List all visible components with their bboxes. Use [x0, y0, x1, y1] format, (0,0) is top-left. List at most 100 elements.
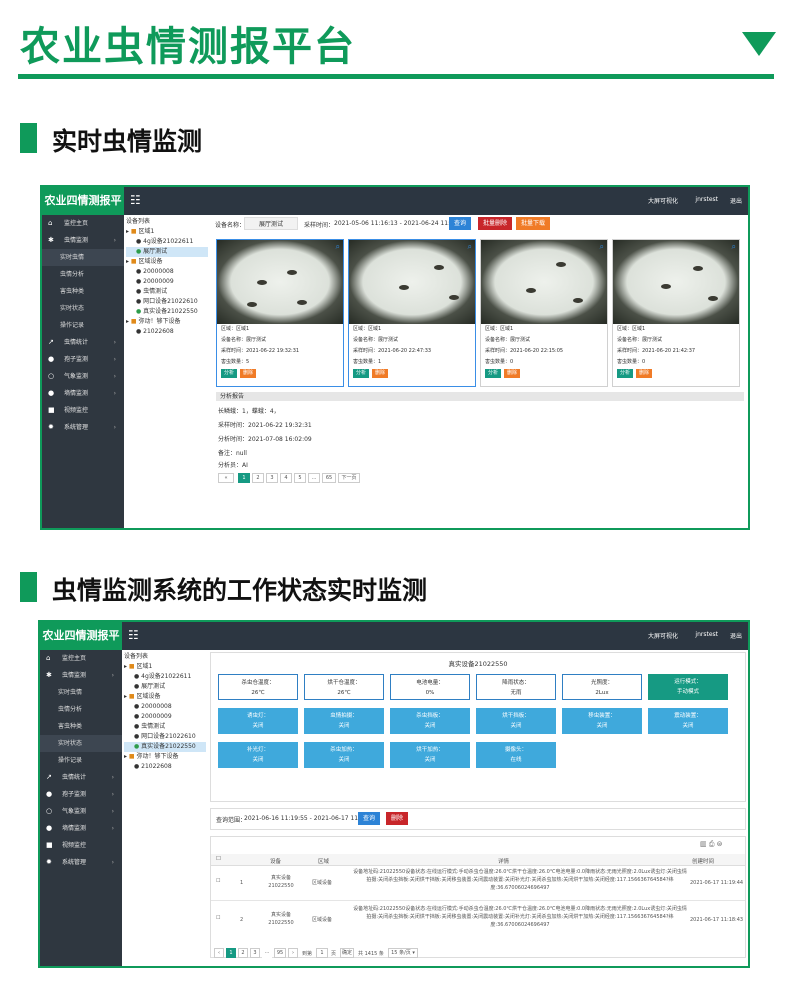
sidebar-item-home[interactable]: ⌂ 监控主页: [42, 215, 124, 232]
prev-page-button[interactable]: ‹: [214, 948, 224, 958]
tree-item[interactable]: ● 真实设备21022550: [126, 307, 208, 317]
dashboard-link[interactable]: 大屏可视化: [648, 196, 678, 205]
delete-button[interactable]: 删除: [504, 369, 521, 378]
tree-item[interactable]: ● 21022608: [124, 762, 206, 772]
tree-item[interactable]: ● 20000009: [124, 712, 206, 722]
tree-group-area1[interactable]: ▸ ■ 区域1: [124, 662, 206, 672]
page-button[interactable]: 65: [322, 473, 336, 483]
tree-item[interactable]: ● 展厅测试: [124, 682, 206, 692]
sidebar-item-spore[interactable]: ● 孢子监测 ›: [40, 786, 122, 803]
batch-delete-button[interactable]: 批量删除: [478, 217, 512, 230]
image-card[interactable]: ⌕ 区域：区域1 设备名称：展厅测试 采样时间：2021-06-22 19:32…: [216, 239, 344, 387]
tree-item-selected[interactable]: ● 真实设备21022550: [124, 742, 206, 752]
next-page-button[interactable]: ›: [288, 948, 298, 958]
sidebar-sub-analysis[interactable]: 虫情分析: [42, 266, 124, 283]
logout-link[interactable]: 退出: [730, 196, 742, 205]
sidebar-sub-species[interactable]: 害虫种类: [40, 718, 122, 735]
tree-group-area1[interactable]: ▸ ■ 区域1: [126, 227, 208, 237]
sidebar-item-spore[interactable]: ● 孢子监测 ›: [42, 351, 124, 368]
sidebar-item-home[interactable]: ⌂ 监控主页: [40, 650, 122, 667]
sidebar-item-soil[interactable]: ● 墒情监测 ›: [42, 385, 124, 402]
time-range-input[interactable]: 2021-05-06 11:16:13 - 2021-06-24 11:16:1…: [334, 220, 467, 227]
username-link[interactable]: jnrstest: [695, 196, 718, 203]
col-device[interactable]: 设备: [270, 857, 281, 865]
control-tile[interactable]: 杀虫加热： 关闭: [304, 742, 384, 768]
analyze-button[interactable]: 分析: [353, 369, 370, 378]
control-tile[interactable]: 烘干挡板： 关闭: [476, 708, 556, 734]
select-all-checkbox[interactable]: ☐: [216, 856, 221, 862]
delete-button[interactable]: 删除: [372, 369, 389, 378]
tree-item[interactable]: ● 20000009: [126, 277, 208, 287]
row-checkbox[interactable]: ☐: [216, 914, 220, 922]
table-tools-icons[interactable]: ▥ ⎙ ⊜: [700, 840, 723, 849]
pest-image[interactable]: ⌕: [481, 240, 607, 324]
sidebar-item-system[interactable]: ✹ 系统管理 ›: [42, 419, 124, 436]
sidebar-item-video[interactable]: ■ 视频监控: [40, 837, 122, 854]
tree-item[interactable]: ● 21022608: [126, 327, 208, 337]
next-page-button[interactable]: 下一页: [338, 473, 360, 483]
tree-group-area3[interactable]: ▸ ■ 弥动！够下设备: [124, 752, 206, 762]
image-card[interactable]: ⌕ 区域：区域1 设备名称：展厅测试 采样时间：2021-06-20 22:15…: [480, 239, 608, 387]
menu-toggle-icon[interactable]: ☷: [130, 193, 141, 207]
control-tile[interactable]: 摄像头： 在线: [476, 742, 556, 768]
sidebar-sub-status[interactable]: 实时状态: [40, 735, 122, 752]
collapse-triangle-icon[interactable]: [742, 32, 776, 56]
tree-item-selected[interactable]: ● 展厅测试: [126, 247, 208, 257]
goto-confirm-button[interactable]: 确定: [340, 948, 354, 958]
control-tile[interactable]: 虫情拍摄： 关闭: [304, 708, 384, 734]
sidebar-item-pest[interactable]: ✱ 虫情监测 ›: [42, 232, 124, 249]
sidebar-item-system[interactable]: ✹ 系统管理 ›: [40, 854, 122, 871]
analyze-button[interactable]: 分析: [617, 369, 634, 378]
pest-image[interactable]: ⌕: [349, 240, 475, 324]
tree-item[interactable]: ● 虫情测试: [126, 287, 208, 297]
username-link[interactable]: jnrstest: [695, 631, 718, 638]
query-button[interactable]: 查询: [449, 217, 471, 230]
tree-item[interactable]: ● 4g设备21022611: [124, 672, 206, 682]
page-button[interactable]: 95: [274, 948, 286, 958]
page-button[interactable]: 5: [294, 473, 306, 483]
menu-toggle-icon[interactable]: ☷: [128, 628, 139, 642]
device-select[interactable]: 展厅测试: [244, 217, 298, 230]
tree-item[interactable]: ● 虫情测试: [124, 722, 206, 732]
control-tile[interactable]: 震动装置： 关闭: [648, 708, 728, 734]
delete-button[interactable]: 删除: [386, 812, 408, 825]
sidebar-sub-species[interactable]: 害虫种类: [42, 283, 124, 300]
tree-item[interactable]: ● 20000008: [124, 702, 206, 712]
page-button-active[interactable]: 1: [238, 473, 250, 483]
tree-group-area2[interactable]: ▸ ■ 区域设备: [126, 257, 208, 267]
page-button[interactable]: 2: [238, 948, 248, 958]
row-checkbox[interactable]: ☐: [216, 877, 220, 885]
sidebar-sub-analysis[interactable]: 虫情分析: [40, 701, 122, 718]
tree-item[interactable]: ● 4g设备21022611: [126, 237, 208, 247]
page-button[interactable]: 4: [280, 473, 292, 483]
image-card[interactable]: ⌕ 区域：区域1 设备名称：展厅测试 采样时间：2021-06-20 21:42…: [612, 239, 740, 387]
sidebar-item-video[interactable]: ■ 视频监控: [42, 402, 124, 419]
analyze-button[interactable]: 分析: [485, 369, 502, 378]
control-tile[interactable]: 诱虫灯： 关闭: [218, 708, 298, 734]
sidebar-sub-log[interactable]: 操作记录: [40, 752, 122, 769]
col-area[interactable]: 区域: [318, 857, 329, 865]
analyze-button[interactable]: 分析: [221, 369, 238, 378]
tree-group-area2[interactable]: ▸ ■ 区域设备: [124, 692, 206, 702]
control-tile[interactable]: 补光灯： 关闭: [218, 742, 298, 768]
control-tile[interactable]: 移虫装置： 关闭: [562, 708, 642, 734]
sidebar-sub-log[interactable]: 操作记录: [42, 317, 124, 334]
sidebar-item-stats[interactable]: ↗ 虫情统计 ›: [42, 334, 124, 351]
sidebar-sub-realtime[interactable]: 实时虫情: [42, 249, 124, 266]
sidebar-item-stats[interactable]: ↗ 虫情统计 ›: [40, 769, 122, 786]
run-mode-tile[interactable]: 运行模式： 手动模式: [648, 674, 728, 700]
batch-download-button[interactable]: 批量下载: [516, 217, 550, 230]
sidebar-sub-realtime[interactable]: 实时虫情: [40, 684, 122, 701]
pest-image[interactable]: ⌕: [613, 240, 739, 324]
tree-item[interactable]: ● 20000008: [126, 267, 208, 277]
tree-item[interactable]: ● 网口设备21022610: [126, 297, 208, 307]
per-page-select[interactable]: 15 条/页 ▾: [388, 948, 418, 958]
control-tile[interactable]: 烘干加热： 关闭: [390, 742, 470, 768]
prev-page-button[interactable]: «: [218, 473, 234, 483]
page-button[interactable]: 3: [250, 948, 260, 958]
logout-link[interactable]: 退出: [730, 631, 742, 640]
col-time[interactable]: 创建时间: [692, 857, 714, 865]
sidebar-item-soil[interactable]: ● 墒情监测 ›: [40, 820, 122, 837]
page-button[interactable]: 2: [252, 473, 264, 483]
tree-group-area3[interactable]: ▸ ■ 弥动！够下设备: [126, 317, 208, 327]
